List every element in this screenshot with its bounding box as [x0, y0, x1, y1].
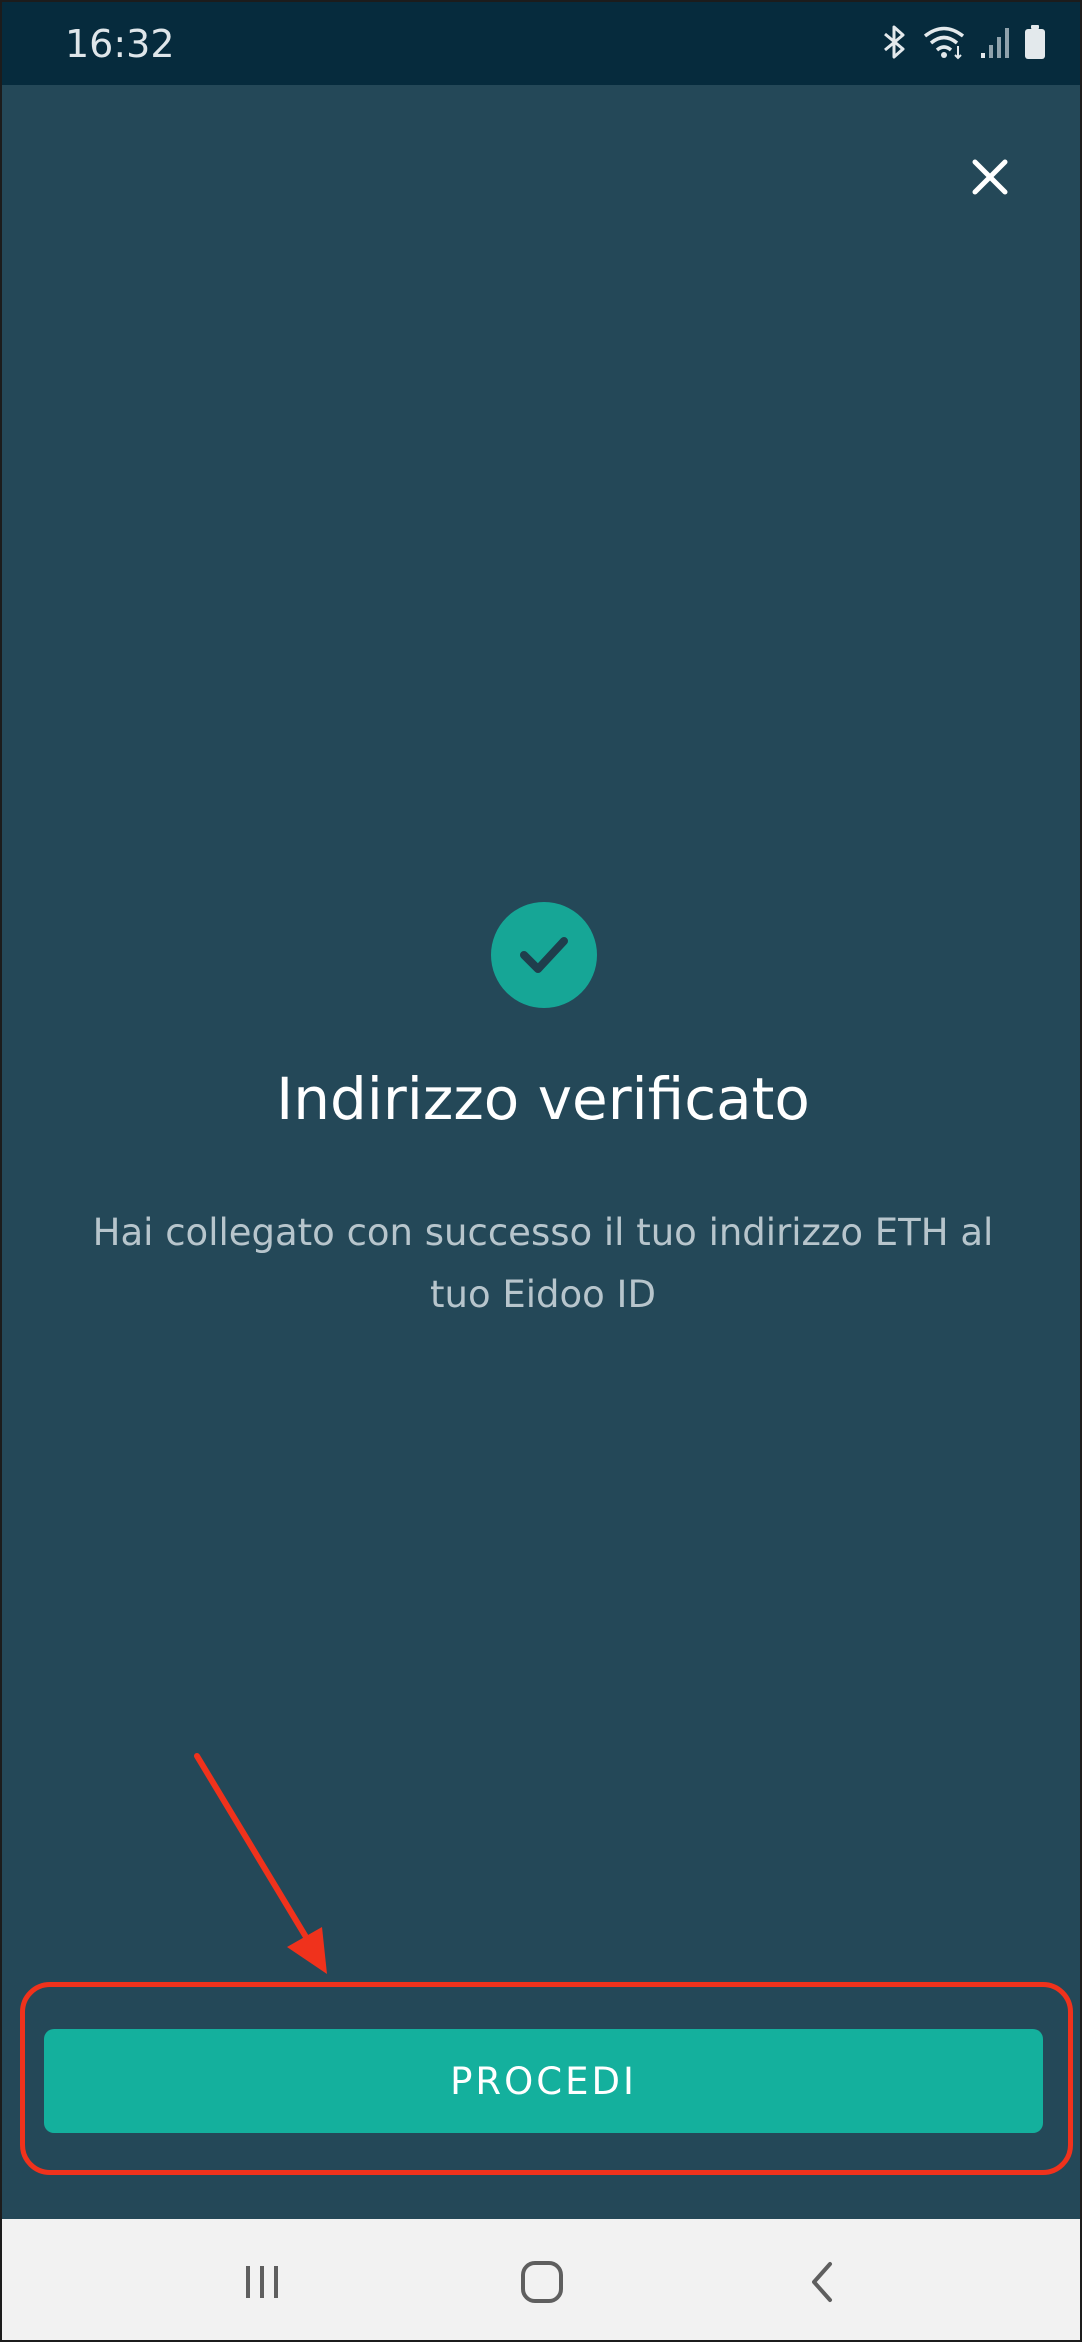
- check-circle-icon: [491, 902, 597, 1008]
- status-bar: 16:32: [2, 2, 1080, 85]
- home-icon: [521, 2260, 563, 2303]
- status-icons: [882, 22, 1046, 66]
- proceed-button[interactable]: PROCEDI: [44, 2029, 1043, 2133]
- page-title: Indirizzo verificato: [276, 1065, 810, 1133]
- signal-icon: [980, 25, 1010, 63]
- bluetooth-icon: [882, 24, 908, 64]
- recent-apps-button[interactable]: [202, 2219, 322, 2340]
- wifi-icon: [922, 24, 966, 64]
- success-message: Hai collegato con successo il tuo indiri…: [92, 1211, 994, 1316]
- verification-screen: [2, 85, 1080, 2219]
- recent-apps-icon: [246, 2265, 278, 2298]
- battery-icon: [1024, 24, 1046, 64]
- close-button[interactable]: [960, 147, 1020, 207]
- status-time: 16:32: [65, 22, 175, 66]
- navigation-bar: [2, 2219, 1080, 2340]
- back-icon: [812, 2261, 832, 2302]
- close-icon: [972, 159, 1008, 195]
- phone-screen: 16:32 Indirizzo verificato Hai collegato…: [0, 0, 1082, 2342]
- home-button[interactable]: [482, 2219, 602, 2340]
- back-button[interactable]: [762, 2219, 882, 2340]
